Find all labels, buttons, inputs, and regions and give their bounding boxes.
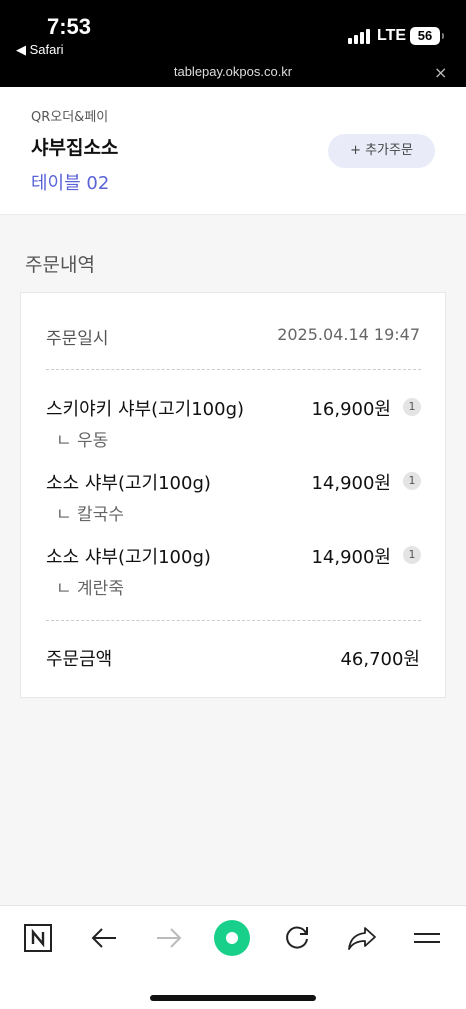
browser-toolbar — [0, 905, 466, 1009]
item-option: ㄴ 우동 — [56, 431, 109, 451]
order-card: 주문일시 2025.04.14 19:47 스키야키 샤부(고기100g) ㄴ … — [20, 292, 446, 698]
home-indicator[interactable] — [150, 995, 316, 1001]
item-name: 소소 샤부(고기100g) — [46, 473, 211, 494]
item-price: 14,900원 — [311, 547, 391, 568]
table-number: 테이블 02 — [31, 173, 110, 194]
order-date-label: 주문일시 — [46, 329, 109, 349]
item-quantity-badge: 1 — [403, 546, 421, 564]
section-title: 주문내역 — [25, 254, 95, 276]
add-order-button[interactable]: + 추가주문 — [328, 134, 435, 168]
divider — [46, 620, 421, 621]
divider — [46, 369, 421, 370]
service-name: QR오더&페이 — [31, 110, 109, 125]
item-name: 스키야키 샤부(고기100g) — [46, 399, 245, 420]
item-name: 소소 샤부(고기100g) — [46, 547, 211, 568]
share-icon[interactable] — [342, 920, 382, 956]
status-bar: 7:53 ◀ Safari LTE 56 — [0, 0, 466, 62]
forward-arrow-icon[interactable] — [149, 920, 189, 956]
url-bar: tablepay.okpos.co.kr × — [0, 62, 466, 87]
green-dot-icon[interactable] — [212, 920, 252, 956]
network-type: LTE — [377, 27, 407, 44]
order-item: 소소 샤부(고기100g) ㄴ 계란죽 14,900원 1 — [46, 543, 421, 603]
signal-strength-icon — [348, 28, 372, 44]
item-option: ㄴ 계란죽 — [56, 579, 124, 599]
refresh-icon[interactable] — [277, 920, 317, 956]
store-name: 샤부집소소 — [31, 137, 119, 159]
menu-icon[interactable] — [407, 920, 447, 956]
clock: 7:53 — [47, 14, 92, 39]
total-amount: 46,700원 — [340, 649, 420, 670]
close-icon[interactable]: × — [434, 63, 447, 82]
naver-icon[interactable] — [18, 920, 58, 956]
item-price: 14,900원 — [311, 473, 391, 494]
item-option: ㄴ 칼국수 — [56, 505, 124, 525]
order-item: 소소 샤부(고기100g) ㄴ 칼국수 14,900원 1 — [46, 469, 421, 529]
battery-icon: 56 — [410, 27, 444, 45]
store-header: QR오더&페이 샤부집소소 테이블 02 + 추가주문 — [0, 87, 466, 215]
back-to-safari-link[interactable]: ◀ Safari — [16, 42, 64, 58]
item-quantity-badge: 1 — [403, 472, 421, 490]
order-date-value: 2025.04.14 19:47 — [277, 325, 420, 344]
item-quantity-badge: 1 — [403, 398, 421, 416]
total-label: 주문금액 — [46, 649, 113, 670]
order-item: 스키야키 샤부(고기100g) ㄴ 우동 16,900원 1 — [46, 395, 421, 455]
back-arrow-icon[interactable] — [84, 920, 124, 956]
url-text[interactable]: tablepay.okpos.co.kr — [0, 64, 466, 79]
item-price: 16,900원 — [311, 399, 391, 420]
